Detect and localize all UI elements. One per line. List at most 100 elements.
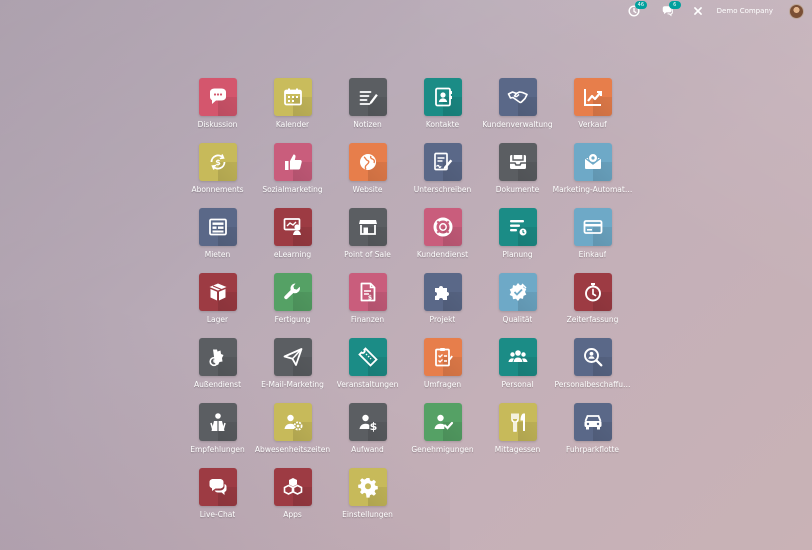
app-tile[interactable] xyxy=(423,338,462,376)
app-tile[interactable] xyxy=(423,143,462,181)
app-tile[interactable] xyxy=(573,78,612,116)
app-notizen[interactable]: Notizen xyxy=(330,78,405,143)
app-sozialmarketing[interactable]: Sozialmarketing xyxy=(255,143,330,208)
app-tile[interactable] xyxy=(273,143,312,181)
app-einstellungen[interactable]: Einstellungen xyxy=(330,468,405,533)
app-projekt[interactable]: Projekt xyxy=(405,273,480,338)
app-label: Verkauf xyxy=(578,120,607,129)
app-label: Finanzen xyxy=(350,315,385,324)
app-tile[interactable] xyxy=(498,208,537,246)
app-kundendienst[interactable]: Kundendienst xyxy=(405,208,480,273)
app-tile[interactable] xyxy=(498,403,537,441)
app-tile[interactable] xyxy=(573,338,612,376)
company-name[interactable]: Demo Company xyxy=(717,7,773,15)
app-tile[interactable] xyxy=(498,78,537,116)
app-abonnements[interactable]: $ Abonnements xyxy=(180,143,255,208)
app-tile[interactable] xyxy=(423,78,462,116)
app-tile[interactable] xyxy=(273,468,312,506)
car-icon xyxy=(584,415,601,430)
app-tile[interactable] xyxy=(423,208,462,246)
app-label: Point of Sale xyxy=(344,250,391,259)
app-tile[interactable] xyxy=(498,143,537,181)
app-label: Umfragen xyxy=(423,380,462,389)
app-fuhrparkflotte[interactable]: Fuhrparkflotte xyxy=(555,403,630,468)
app-tile[interactable] xyxy=(423,273,462,311)
close-icon xyxy=(693,7,702,15)
app-tile[interactable] xyxy=(273,403,312,441)
app-tile[interactable] xyxy=(198,468,237,506)
systray: 46 6 Demo Company xyxy=(627,0,812,22)
app-tile[interactable] xyxy=(348,468,387,506)
app-tile[interactable] xyxy=(498,338,537,376)
app-tile[interactable] xyxy=(273,208,312,246)
app-live-chat[interactable]: Live-Chat xyxy=(180,468,255,533)
app-einkauf[interactable]: Einkauf xyxy=(555,208,630,273)
app-tile[interactable] xyxy=(198,273,237,311)
app-genehmigungen[interactable]: Genehmigungen xyxy=(405,403,480,468)
app-zeiterfassung[interactable]: Zeiterfassung xyxy=(555,273,630,338)
app-aufwand[interactable]: $ Aufwand xyxy=(330,403,405,468)
shop-icon xyxy=(358,220,377,235)
app-kalender[interactable]: Kalender xyxy=(255,78,330,143)
app-empfehlungen[interactable]: Empfehlungen xyxy=(180,403,255,468)
app-apps[interactable]: Apps xyxy=(255,468,330,533)
app-mieten[interactable]: Mieten xyxy=(180,208,255,273)
app-label: Kundendienst xyxy=(416,250,469,259)
app-tile[interactable] xyxy=(573,273,612,311)
app-tile[interactable] xyxy=(198,208,237,246)
app-qualitaet[interactable]: Qualität xyxy=(480,273,555,338)
app-tile[interactable] xyxy=(573,208,612,246)
app-tile[interactable] xyxy=(198,338,237,376)
app-tile[interactable] xyxy=(348,208,387,246)
app-fertigung[interactable]: Fertigung xyxy=(255,273,330,338)
switch-company-menu[interactable] xyxy=(691,4,705,18)
app-tile[interactable] xyxy=(348,338,387,376)
app-kundenverwaltung[interactable]: Kundenverwaltung xyxy=(480,78,555,143)
app-tile[interactable] xyxy=(348,143,387,181)
app-tile[interactable]: $ xyxy=(348,273,387,311)
activity-menu[interactable]: 46 xyxy=(627,1,648,18)
app-tile[interactable] xyxy=(498,273,537,311)
app-tile[interactable]: $ xyxy=(348,403,387,441)
app-tile[interactable]: $ xyxy=(198,143,237,181)
invoice-icon: $ xyxy=(360,282,375,302)
app-kontakte[interactable]: Kontakte xyxy=(405,78,480,143)
app-tile[interactable] xyxy=(198,403,237,441)
refresh-dollar-icon: $ xyxy=(210,154,225,170)
messaging-menu[interactable]: 6 xyxy=(661,1,681,18)
app-unterschreiben[interactable]: Unterschreiben xyxy=(405,143,480,208)
app-elearning[interactable]: eLearning xyxy=(255,208,330,273)
app-aussendienst[interactable]: Außendienst xyxy=(180,338,255,403)
svg-text:$: $ xyxy=(367,295,371,302)
app-tile[interactable] xyxy=(198,78,237,116)
app-label: Aufwand xyxy=(351,445,384,454)
app-umfragen[interactable]: Umfragen xyxy=(405,338,480,403)
app-e-mail-marketing[interactable]: E-Mail-Marketing xyxy=(255,338,330,403)
app-label: Projekt xyxy=(429,315,456,324)
app-label: Notizen xyxy=(353,120,382,129)
settings-gear-icon xyxy=(357,478,378,498)
app-tile[interactable] xyxy=(348,78,387,116)
app-point-of-sale[interactable]: Point of Sale xyxy=(330,208,405,273)
user-avatar[interactable] xyxy=(789,3,804,19)
app-dokumente[interactable]: Dokumente xyxy=(480,143,555,208)
signature-icon xyxy=(433,152,452,171)
app-abwesenheitszeiten[interactable]: Abwesenheitszeiten xyxy=(255,403,330,468)
app-tile[interactable] xyxy=(423,403,462,441)
app-tile[interactable] xyxy=(273,273,312,311)
app-veranstaltungen[interactable]: Veranstaltungen xyxy=(330,338,405,403)
app-website[interactable]: Website xyxy=(330,143,405,208)
app-tile[interactable] xyxy=(273,78,312,116)
app-planung[interactable]: Planung xyxy=(480,208,555,273)
app-diskussion[interactable]: Diskussion xyxy=(180,78,255,143)
app-mittagessen[interactable]: Mittagessen xyxy=(480,403,555,468)
app-marketing-automat[interactable]: Marketing-Automat… xyxy=(553,143,632,208)
app-tile[interactable] xyxy=(573,403,612,441)
app-lager[interactable]: Lager xyxy=(180,273,255,338)
app-tile[interactable] xyxy=(573,143,612,181)
app-personal[interactable]: Personal xyxy=(480,338,555,403)
app-finanzen[interactable]: $ Finanzen xyxy=(330,273,405,338)
app-verkauf[interactable]: Verkauf xyxy=(555,78,630,143)
app-tile[interactable] xyxy=(273,338,312,376)
app-personalbeschaffu[interactable]: Personalbeschaffu… xyxy=(554,338,631,403)
